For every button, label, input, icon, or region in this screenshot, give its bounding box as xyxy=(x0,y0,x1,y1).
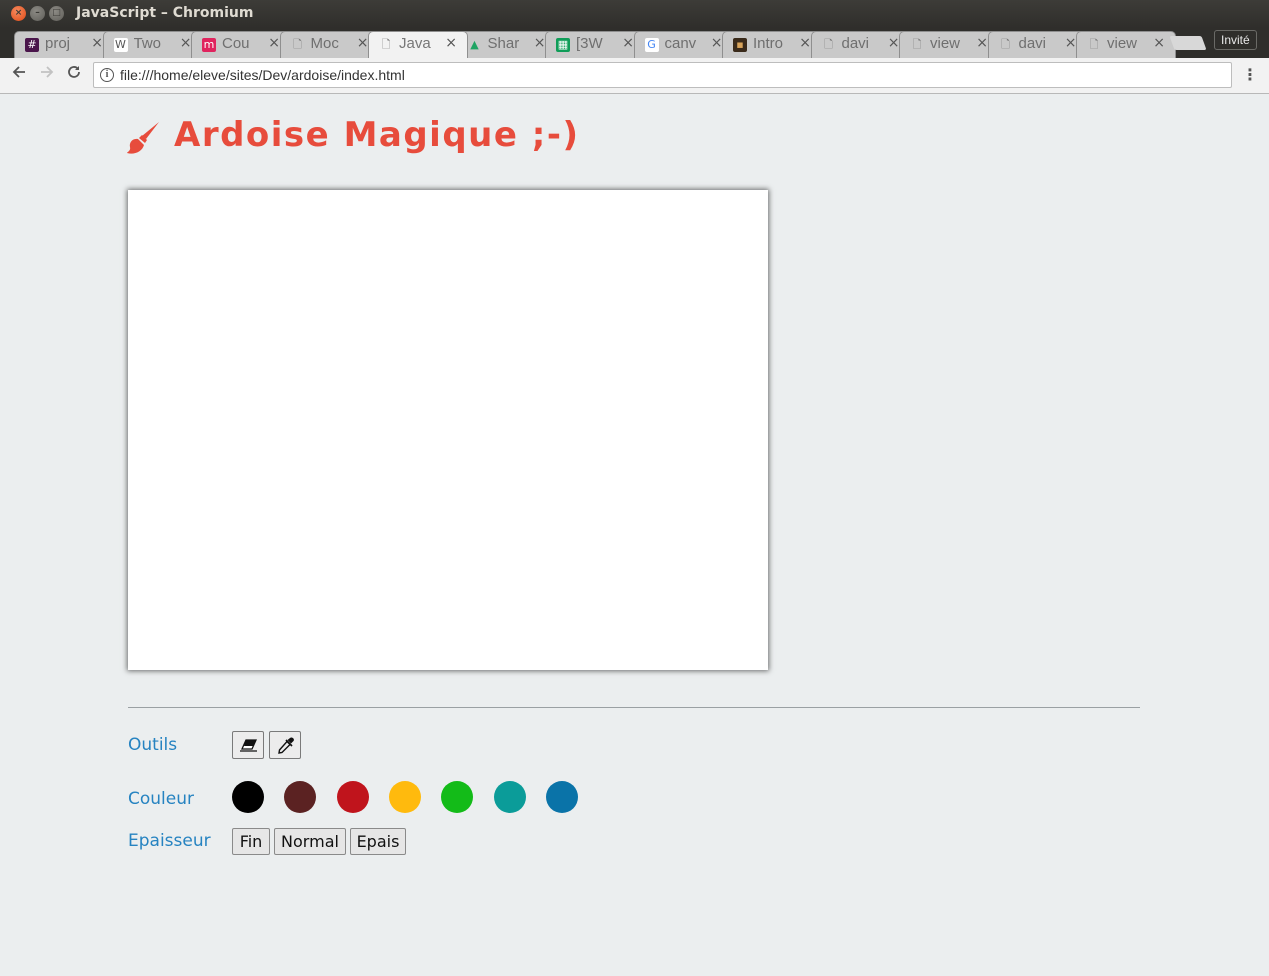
tab-2[interactable]: m Cou × xyxy=(191,31,291,58)
tab-10[interactable]: 🗋 view × xyxy=(899,31,999,58)
page-icon: 🗋 xyxy=(824,38,833,51)
tab-close-icon[interactable]: × xyxy=(1065,35,1077,51)
tab-strip: # proj × W Two × m Cou × 🗋 Moc × 🗋 Java × ▲ Shar × ▦ [3W × Gc… xyxy=(0,28,1269,58)
page-title: Ardoise Magique ;-) xyxy=(174,115,580,155)
thickness-fine-button[interactable]: Fin xyxy=(232,828,270,855)
address-bar[interactable]: i file:///home/eleve/sites/Dev/ardoise/i… xyxy=(93,62,1232,88)
window-maximize-button[interactable]: □ xyxy=(49,6,64,21)
drive-icon: ▲ xyxy=(470,38,479,51)
tab-3[interactable]: 🗋 Moc × xyxy=(279,31,380,58)
tab-11[interactable]: 🗋 davi × xyxy=(987,31,1088,58)
eyedropper-icon xyxy=(278,737,294,754)
tab-label: Intro xyxy=(753,35,784,52)
tab-close-icon[interactable]: × xyxy=(1153,35,1165,51)
tab-label: view xyxy=(1107,35,1138,52)
tab-label: Cou xyxy=(222,35,250,52)
tab-label: view xyxy=(930,35,961,52)
slack-icon: # xyxy=(25,38,39,52)
info-icon[interactable]: i xyxy=(100,68,114,82)
page-icon: 🗋 xyxy=(912,38,922,51)
tab-1[interactable]: W Two × xyxy=(102,31,203,58)
tab-5[interactable]: ▲ Shar × xyxy=(456,31,557,58)
tab-close-icon[interactable]: × xyxy=(888,35,900,51)
forward-arrow-icon[interactable] xyxy=(36,64,58,86)
tab-4[interactable]: 🗋 Java × xyxy=(368,31,468,58)
eraser-button[interactable] xyxy=(232,731,264,759)
google-icon: G xyxy=(644,38,659,52)
tab-label: Shar xyxy=(487,35,520,52)
window-title: JavaScript – Chromium xyxy=(76,5,254,21)
color-label: Couleur xyxy=(128,789,194,809)
window-minimize-button[interactable]: – xyxy=(30,6,45,21)
tab-label: Java xyxy=(399,35,431,52)
drawing-canvas[interactable] xyxy=(128,190,768,670)
tab-close-icon[interactable]: × xyxy=(711,35,723,51)
address-url[interactable]: file:///home/eleve/sites/Dev/ardoise/ind… xyxy=(120,67,405,83)
color-swatch-6[interactable] xyxy=(545,781,578,813)
browser-toolbar: i file:///home/eleve/sites/Dev/ardoise/i… xyxy=(0,58,1269,94)
tab-12[interactable]: 🗋 view × xyxy=(1076,31,1176,58)
profile-button[interactable]: Invité xyxy=(1214,30,1257,50)
tab-close-icon[interactable]: × xyxy=(445,35,457,51)
image-icon: ▪ xyxy=(733,38,747,52)
sheets-icon: ▦ xyxy=(556,38,570,52)
tab-close-icon[interactable]: × xyxy=(180,35,192,51)
tab-0[interactable]: # proj × xyxy=(14,31,114,58)
tab-close-icon[interactable]: × xyxy=(799,35,811,51)
tab-label: proj xyxy=(45,35,71,52)
tab-6[interactable]: ▦ [3W × xyxy=(545,31,645,58)
window-close-button[interactable]: × xyxy=(11,6,26,21)
eraser-icon xyxy=(240,739,258,752)
paint-brush-icon xyxy=(127,122,159,154)
new-tab-button[interactable] xyxy=(1169,36,1207,50)
color-swatch-2[interactable] xyxy=(336,781,369,813)
page-icon: 🗋 xyxy=(293,38,302,51)
tab-close-icon[interactable]: × xyxy=(534,35,546,51)
color-swatch-0[interactable] xyxy=(232,781,264,813)
thickness-thick-button[interactable]: Epais xyxy=(350,828,406,855)
tab-label: davi xyxy=(841,35,870,52)
page-icon: 🗋 xyxy=(1001,38,1010,51)
eyedropper-button[interactable] xyxy=(269,731,301,759)
window-titlebar: × – □ JavaScript – Chromium xyxy=(0,0,1269,28)
kebab-menu-icon[interactable]: ⋮ xyxy=(1242,65,1258,85)
tab-9[interactable]: 🗋 davi × xyxy=(810,31,911,58)
moodle-icon: m xyxy=(202,38,216,52)
tab-close-icon[interactable]: × xyxy=(357,35,369,51)
color-swatch-1[interactable] xyxy=(284,781,317,813)
tab-close-icon[interactable]: × xyxy=(91,35,103,51)
tab-label: Moc xyxy=(310,35,339,52)
tab-close-icon[interactable]: × xyxy=(268,35,280,51)
back-arrow-icon[interactable] xyxy=(8,64,30,86)
tab-label: davi xyxy=(1018,35,1047,52)
color-swatch-3[interactable] xyxy=(388,781,421,813)
tab-7[interactable]: Gcanv × xyxy=(633,31,734,58)
tab-label: [3W xyxy=(576,35,603,52)
tools-label: Outils xyxy=(128,735,178,755)
page-icon: 🗋 xyxy=(1089,38,1099,51)
tab-close-icon[interactable]: × xyxy=(622,35,634,51)
tab-8[interactable]: ▪ Intro × xyxy=(722,31,822,58)
thickness-normal-button[interactable]: Normal xyxy=(274,828,346,855)
tab-close-icon[interactable]: × xyxy=(976,35,988,51)
tab-label: canv xyxy=(664,35,697,52)
wordpress-icon: W xyxy=(113,38,128,52)
reload-icon[interactable] xyxy=(63,64,85,86)
divider xyxy=(128,707,1140,708)
color-swatch-5[interactable] xyxy=(493,781,526,813)
thickness-label: Epaisseur xyxy=(128,831,211,851)
page-icon: 🗋 xyxy=(381,38,391,51)
tab-label: Two xyxy=(133,35,162,52)
color-swatch-4[interactable] xyxy=(441,781,474,813)
